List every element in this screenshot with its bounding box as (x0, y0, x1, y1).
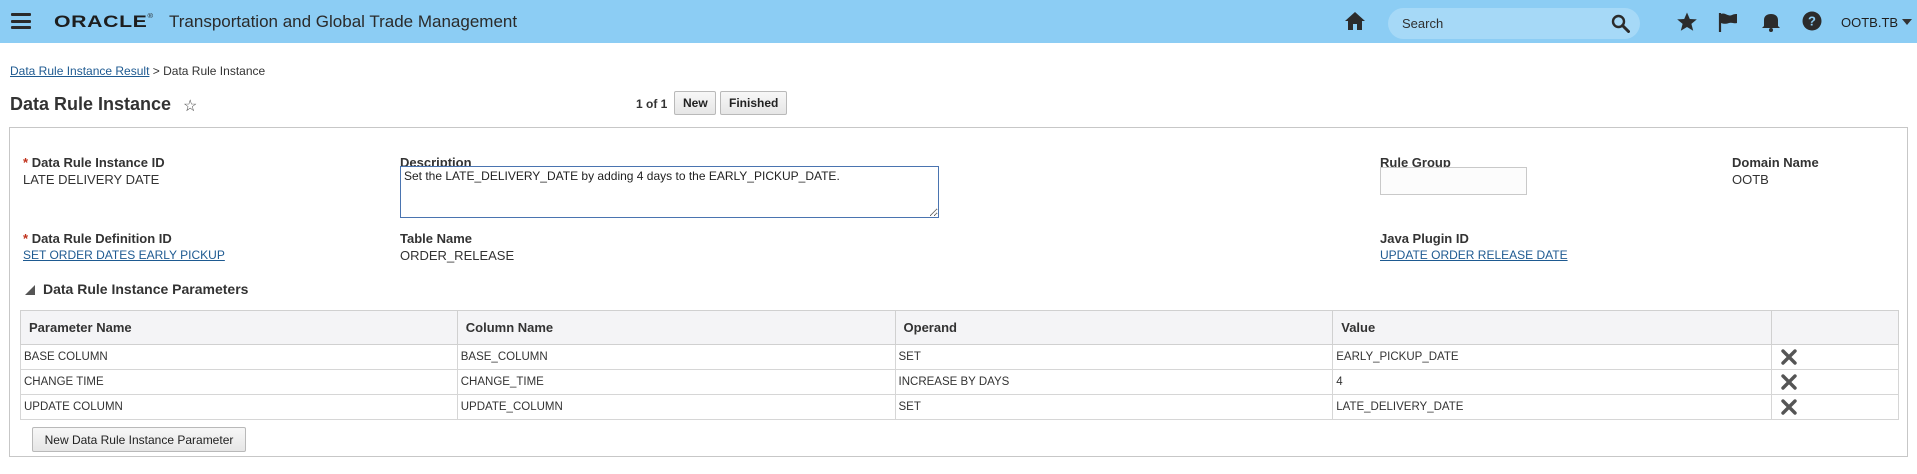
help-icon[interactable]: ? (1802, 11, 1822, 31)
cell-actions (1771, 394, 1899, 420)
cell-value: 4 (1332, 369, 1773, 395)
star-icon[interactable] (1676, 11, 1698, 33)
section-title-parameters: Data Rule Instance Parameters (43, 281, 249, 297)
definition-id-label: * Data Rule Definition ID (23, 231, 172, 246)
bell-icon[interactable] (1760, 12, 1782, 32)
required-marker: * (23, 155, 29, 170)
flag-icon[interactable] (1717, 11, 1739, 33)
cell-parameter-name: UPDATE COLUMN (20, 394, 458, 420)
pager-count: 1 of 1 (636, 97, 668, 111)
table-header-row: Parameter Name Column Name Operand Value (20, 310, 1899, 345)
cell-value: EARLY_PICKUP_DATE (1332, 344, 1773, 370)
breadcrumb: Data Rule Instance Result > Data Rule In… (10, 64, 265, 78)
breadcrumb-link-result[interactable]: Data Rule Instance Result (10, 64, 149, 78)
instance-id-label: * Data Rule Instance ID (23, 155, 165, 170)
finished-button[interactable]: Finished (720, 91, 787, 115)
top-bar: ORACLE® Transportation and Global Trade … (0, 0, 1917, 43)
delete-x-icon[interactable] (1781, 374, 1797, 390)
column-header-parameter-name[interactable]: Parameter Name (20, 310, 458, 345)
field-table-name: Table Name ORDER_RELEASE (400, 231, 514, 263)
instance-id-value: LATE DELIVERY DATE (23, 172, 160, 187)
page-title: Data Rule Instance (10, 94, 172, 114)
table-name-label: Table Name (400, 231, 473, 246)
user-name: OOTB.TB (1841, 15, 1899, 30)
table-row: CHANGE TIME CHANGE_TIME INCREASE BY DAYS… (20, 369, 1899, 395)
column-header-column-name[interactable]: Column Name (456, 310, 896, 345)
delete-x-icon[interactable] (1781, 399, 1797, 415)
cell-parameter-name: BASE COLUMN (20, 344, 458, 370)
svg-text:?: ? (1808, 14, 1816, 29)
description-field[interactable]: Set the LATE_DELIVERY_DATE by adding 4 d… (400, 166, 939, 218)
delete-x-icon[interactable] (1781, 349, 1797, 365)
chevron-down-icon (1902, 19, 1913, 25)
cell-value: LATE_DELIVERY_DATE (1332, 394, 1773, 420)
cell-column-name: UPDATE_COLUMN (456, 394, 896, 420)
parameters-table: Parameter Name Column Name Operand Value… (20, 310, 1899, 420)
user-menu[interactable]: OOTB.TB (1841, 15, 1913, 30)
required-marker: * (23, 231, 29, 246)
cell-column-name: BASE_COLUMN (456, 344, 896, 370)
breadcrumb-separator: > (152, 64, 160, 78)
table-name-value: ORDER_RELEASE (400, 248, 515, 263)
rule-group-input[interactable] (1380, 167, 1527, 195)
definition-id-link[interactable]: SET ORDER DATES EARLY PICKUP (23, 248, 225, 262)
hamburger-menu-icon[interactable] (11, 13, 31, 29)
domain-label: Domain Name (1732, 155, 1819, 170)
cell-actions (1771, 369, 1899, 395)
table-row: BASE COLUMN BASE_COLUMN SET EARLY_PICKUP… (20, 344, 1899, 370)
search-input[interactable] (1400, 8, 1600, 39)
home-icon[interactable] (1344, 11, 1366, 31)
search-box (1388, 8, 1640, 39)
column-header-operand[interactable]: Operand (894, 310, 1334, 345)
cell-column-name: CHANGE_TIME (456, 369, 896, 395)
field-instance-id: * Data Rule Instance ID LATE DELIVERY DA… (23, 155, 165, 187)
table-row: UPDATE COLUMN UPDATE_COLUMN SET LATE_DEL… (20, 394, 1899, 420)
field-plugin: Java Plugin ID UPDATE ORDER RELEASE DATE (1380, 231, 1568, 262)
oracle-logo: ORACLE® (54, 12, 154, 31)
cell-operand: SET (894, 394, 1334, 420)
new-button[interactable]: New (674, 91, 716, 115)
domain-value: OOTB (1732, 172, 1769, 187)
favorite-star-icon[interactable]: ☆ (183, 96, 197, 116)
plugin-link[interactable]: UPDATE ORDER RELEASE DATE (1380, 248, 1568, 262)
field-definition-id: * Data Rule Definition ID SET ORDER DATE… (23, 231, 225, 262)
column-header-value[interactable]: Value (1332, 310, 1773, 345)
cell-parameter-name: CHANGE TIME (20, 369, 458, 395)
app-title: Transportation and Global Trade Manageme… (169, 12, 518, 31)
breadcrumb-current: Data Rule Instance (163, 64, 266, 78)
column-header-actions (1771, 310, 1899, 345)
search-icon[interactable] (1611, 14, 1630, 33)
plugin-label: Java Plugin ID (1380, 231, 1469, 246)
collapse-triangle-icon[interactable] (24, 284, 36, 296)
cell-actions (1771, 344, 1899, 370)
cell-operand: SET (894, 344, 1334, 370)
new-parameter-button[interactable]: New Data Rule Instance Parameter (32, 427, 246, 452)
cell-operand: INCREASE BY DAYS (894, 369, 1334, 395)
field-domain: Domain Name OOTB (1732, 155, 1819, 187)
